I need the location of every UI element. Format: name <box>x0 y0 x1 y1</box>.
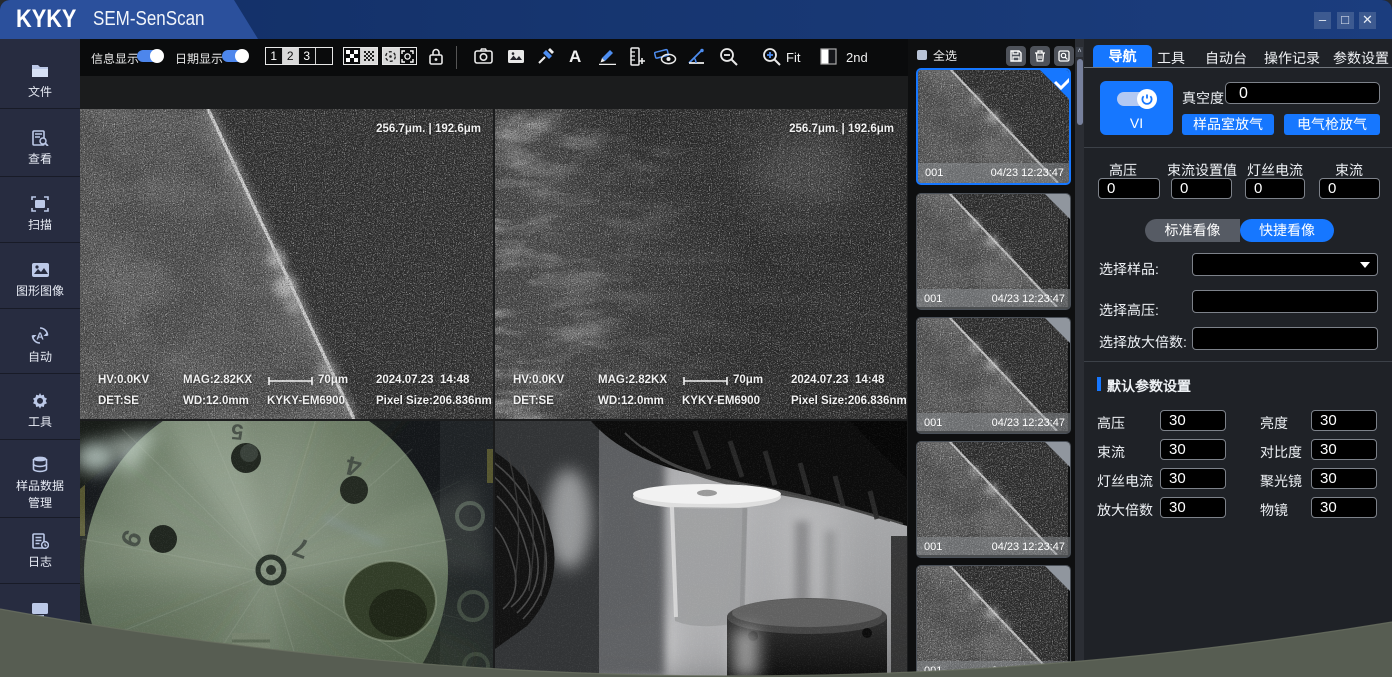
svg-text:A: A <box>36 331 44 343</box>
